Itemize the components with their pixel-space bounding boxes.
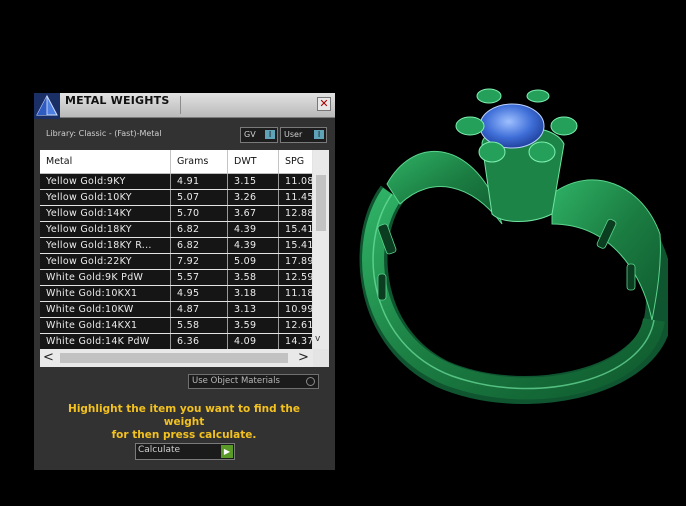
- cell-spg: 11.45: [285, 192, 312, 203]
- cell-metal: Yellow Gold:10KY: [40, 190, 171, 205]
- table-row[interactable]: Yellow Gold:10KY 5.07 3.26 11.45: [40, 190, 312, 205]
- cell-dwt: 3.26: [228, 190, 279, 205]
- column-header-spg[interactable]: SPG: [279, 150, 312, 173]
- gv-toggle[interactable]: GV I: [240, 127, 278, 143]
- use-object-materials-label: Use Object Materials: [192, 376, 280, 386]
- cell-spg: 12.61: [285, 320, 312, 331]
- table-row[interactable]: Yellow Gold:18KY R... 6.82 4.39 15.41: [40, 238, 312, 253]
- table-row[interactable]: White Gold:14KX1 5.58 3.59 12.61: [40, 318, 312, 333]
- ring-shoulder-right: [551, 179, 661, 321]
- cell-metal: Yellow Gold:22KY: [40, 254, 171, 269]
- title-bar[interactable]: METAL WEIGHTS ✕: [34, 93, 335, 119]
- vertical-scroll-thumb[interactable]: [316, 175, 326, 231]
- scrollbar-corner: [313, 349, 329, 367]
- cell-grams: 4.91: [171, 174, 228, 189]
- horizontal-scrollbar[interactable]: < >: [40, 349, 313, 367]
- radio-indicator-icon: [306, 377, 315, 386]
- cell-metal: White Gold:10KW: [40, 302, 171, 317]
- scroll-right-arrow[interactable]: >: [298, 350, 309, 365]
- library-label: Library: Classic - (Fast)-Metal: [46, 129, 162, 138]
- table-row[interactable]: Yellow Gold:18KY 6.82 4.39 15.41: [40, 222, 312, 237]
- cell-grams: 5.58: [171, 318, 228, 333]
- vertical-scrollbar[interactable]: v: [313, 150, 329, 349]
- gv-toggle-label: GV: [244, 130, 256, 139]
- user-toggle-label: User: [284, 130, 303, 139]
- metal-weights-panel: METAL WEIGHTS ✕ Library: Classic - (Fast…: [34, 93, 335, 470]
- cell-metal: Yellow Gold:18KY R...: [40, 238, 171, 253]
- cell-spg: 15.41: [285, 224, 312, 235]
- cell-metal: Yellow Gold:14KY: [40, 206, 171, 221]
- table-row[interactable]: Yellow Gold:22KY 7.92 5.09 17.89: [40, 254, 312, 269]
- scroll-down-arrow[interactable]: v: [315, 334, 320, 344]
- instruction-text: Highlight the item you want to find the …: [50, 403, 318, 442]
- calculate-label: Calculate: [138, 445, 181, 455]
- cell-dwt: 3.15: [228, 174, 279, 189]
- cell-dwt: 3.67: [228, 206, 279, 221]
- cell-spg: 15.41: [285, 240, 312, 251]
- gv-toggle-indicator: I: [265, 130, 275, 139]
- rhino-pyramid-icon: [34, 93, 60, 119]
- gemstone: [479, 103, 545, 149]
- table-header: Metal Grams DWT SPG: [40, 150, 312, 174]
- cell-grams: 6.36: [171, 334, 228, 349]
- instruction-line-2: for then press calculate.: [111, 429, 257, 441]
- use-object-materials-toggle[interactable]: Use Object Materials: [188, 374, 319, 389]
- cell-grams: 7.92: [171, 254, 228, 269]
- cell-metal: White Gold:14K PdW: [40, 334, 171, 349]
- cell-spg: 12.88: [285, 208, 312, 219]
- cell-spg: 11.08: [285, 176, 312, 187]
- table-body: Yellow Gold:9KY 4.91 3.15 11.08 Yellow Gold:…: [40, 174, 312, 349]
- table-row[interactable]: White Gold:14K PdW 6.36 4.09 14.37: [40, 334, 312, 349]
- cell-grams: 6.82: [171, 222, 228, 237]
- cell-spg: 17.89: [285, 256, 312, 267]
- cell-dwt: 4.39: [228, 222, 279, 237]
- user-toggle-indicator: I: [314, 130, 324, 139]
- metal-table: Metal Grams DWT SPG Yellow Gold:9KY 4.91 3…: [40, 150, 329, 367]
- table-row[interactable]: Yellow Gold:9KY 4.91 3.15 11.08: [40, 174, 312, 189]
- cell-dwt: 3.13: [228, 302, 279, 317]
- column-header-metal[interactable]: Metal: [40, 150, 171, 173]
- cell-grams: 5.70: [171, 206, 228, 221]
- cell-grams: 5.57: [171, 270, 228, 285]
- cell-spg: 11.18: [285, 288, 312, 299]
- cell-dwt: 3.58: [228, 270, 279, 285]
- user-toggle[interactable]: User I: [280, 127, 327, 143]
- cell-grams: 5.07: [171, 190, 228, 205]
- cell-metal: Yellow Gold:18KY: [40, 222, 171, 237]
- cell-grams: 6.82: [171, 238, 228, 253]
- table-row[interactable]: White Gold:10KX1 4.95 3.18 11.18: [40, 286, 312, 301]
- cell-dwt: 3.18: [228, 286, 279, 301]
- cell-metal: White Gold:9K PdW: [40, 270, 171, 285]
- play-arrow-icon: ▶: [221, 445, 233, 458]
- horizontal-scroll-thumb[interactable]: [60, 353, 288, 363]
- cell-spg: 14.37: [285, 336, 312, 347]
- table-row[interactable]: White Gold:10KW 4.87 3.13 10.99: [40, 302, 312, 317]
- ring-3d-render[interactable]: [352, 84, 668, 404]
- instruction-line-1: Highlight the item you want to find the …: [68, 403, 300, 428]
- cell-dwt: 3.59: [228, 318, 279, 333]
- close-icon[interactable]: ✕: [317, 97, 331, 111]
- title-divider: [180, 96, 181, 114]
- cell-grams: 4.95: [171, 286, 228, 301]
- cell-dwt: 4.39: [228, 238, 279, 253]
- scroll-left-arrow[interactable]: <: [43, 350, 54, 365]
- window-title: METAL WEIGHTS: [65, 94, 170, 107]
- cell-metal: White Gold:10KX1: [40, 286, 171, 301]
- cell-grams: 4.87: [171, 302, 228, 317]
- cell-spg: 10.99: [285, 304, 312, 315]
- cell-dwt: 5.09: [228, 254, 279, 269]
- column-header-dwt[interactable]: DWT: [228, 150, 279, 173]
- column-header-grams[interactable]: Grams: [171, 150, 228, 173]
- table-row[interactable]: Yellow Gold:14KY 5.70 3.67 12.88: [40, 206, 312, 221]
- cell-metal: Yellow Gold:9KY: [40, 174, 171, 189]
- cell-spg: 12.59: [285, 272, 312, 283]
- cell-metal: White Gold:14KX1: [40, 318, 171, 333]
- table-row[interactable]: White Gold:9K PdW 5.57 3.58 12.59: [40, 270, 312, 285]
- cell-dwt: 4.09: [228, 334, 279, 349]
- calculate-button[interactable]: Calculate ▶: [135, 443, 235, 460]
